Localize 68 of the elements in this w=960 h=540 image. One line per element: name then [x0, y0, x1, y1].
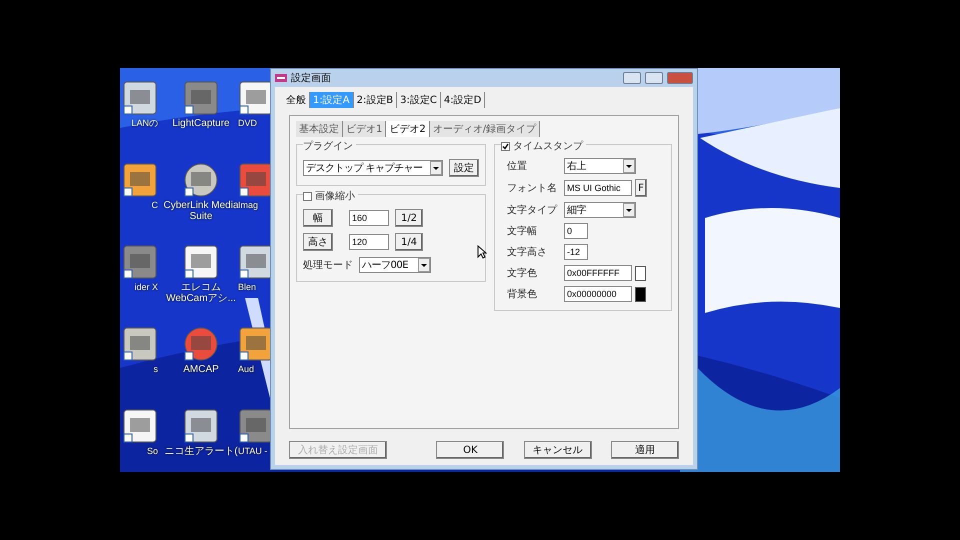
icon-label: s	[154, 364, 158, 375]
font-button[interactable]: F	[635, 179, 647, 197]
number-field[interactable]: -12	[564, 244, 588, 260]
icon-label: So	[146, 446, 158, 457]
field-label: 文字幅	[506, 224, 538, 238]
tab[interactable]: 3:設定C	[397, 92, 441, 108]
field-label: 文字タイプ	[506, 204, 558, 217]
color-swatch[interactable]	[635, 286, 646, 302]
icon-label: C	[152, 200, 158, 211]
maximize-button[interactable]	[645, 72, 663, 84]
dialog-button[interactable]: 適用	[610, 441, 679, 459]
minimize-button[interactable]	[623, 72, 641, 84]
tab[interactable]: 基本設定	[296, 121, 343, 137]
checkbox[interactable]	[303, 192, 312, 200]
shortcut-icon[interactable]	[122, 80, 158, 116]
icon-label: ニコ生アラート(	[164, 446, 238, 457]
dropdown[interactable]: 細字	[564, 202, 636, 218]
settings-button[interactable]: 設定	[449, 159, 479, 177]
tab[interactable]: オーディオ/録画タイプ	[430, 121, 540, 137]
ratio-button[interactable]: 1/2	[395, 209, 423, 227]
icon-label: ider X	[134, 282, 158, 293]
tab[interactable]: ビデオ1	[343, 121, 386, 137]
color-swatch[interactable]	[635, 266, 646, 280]
number-field[interactable]: 0	[564, 223, 588, 239]
dialog-button[interactable]: キャンセル	[524, 441, 592, 459]
shortcut-icon[interactable]	[182, 80, 219, 116]
size-field[interactable]: 120	[349, 234, 389, 250]
icon-label: Aud	[238, 364, 254, 375]
tab[interactable]: 2:設定B	[354, 92, 398, 108]
field-label: 位置	[506, 160, 528, 173]
group-title: タイムスタンプ	[513, 140, 583, 153]
shortcut-icon[interactable]	[122, 326, 158, 362]
tab[interactable]: ビデオ2	[386, 121, 430, 137]
shortcut-icon[interactable]	[183, 408, 219, 444]
size-button[interactable]: 高さ	[303, 233, 333, 251]
color-field[interactable]: 0x00FFFFFF	[564, 265, 632, 281]
icon-label: Blen	[238, 282, 256, 293]
shortcut-icon[interactable]	[122, 162, 158, 198]
icon-label: AMCAP	[183, 364, 219, 375]
field-label: 背景色	[506, 288, 538, 301]
app-icon	[275, 74, 287, 82]
icon-label: DVD	[238, 118, 258, 129]
size-button[interactable]: 幅	[303, 209, 333, 227]
field-label: 文字高さ	[506, 246, 548, 259]
group-title: プラグイン	[303, 140, 353, 153]
dropdown[interactable]: 右上	[564, 158, 636, 174]
tab[interactable]: 4:設定D	[440, 92, 486, 108]
icon-label: UTAU -	[238, 446, 268, 457]
shortcut-icon[interactable]	[183, 244, 219, 280]
icon-label: LightCapture	[172, 118, 230, 129]
color-field[interactable]: 0x00000000	[564, 286, 632, 302]
dialog-button[interactable]: OK	[436, 441, 504, 459]
mouse-cursor-icon	[477, 245, 487, 259]
font-field[interactable]: MS UI Gothic	[564, 180, 632, 196]
window-title: 設定画面	[291, 72, 332, 85]
checkbox[interactable]	[501, 142, 510, 150]
group-title: 画像縮小	[315, 190, 355, 203]
icon-label: LANの	[131, 118, 158, 129]
field-label: 文字色	[506, 266, 538, 280]
shortcut-icon[interactable]	[122, 244, 158, 280]
size-field[interactable]: 160	[349, 210, 389, 226]
shortcut-icon[interactable]	[122, 408, 158, 444]
ratio-button[interactable]: 1/4	[395, 233, 423, 251]
icon-label: Imag	[238, 200, 258, 211]
mode-label: 処理モード	[303, 259, 353, 272]
plugin-dropdown[interactable]: デスクトップ キャプチャー	[303, 160, 443, 176]
field-label: フォント名	[506, 182, 558, 195]
mode-dropdown[interactable]: ハーフ00E	[359, 257, 431, 273]
